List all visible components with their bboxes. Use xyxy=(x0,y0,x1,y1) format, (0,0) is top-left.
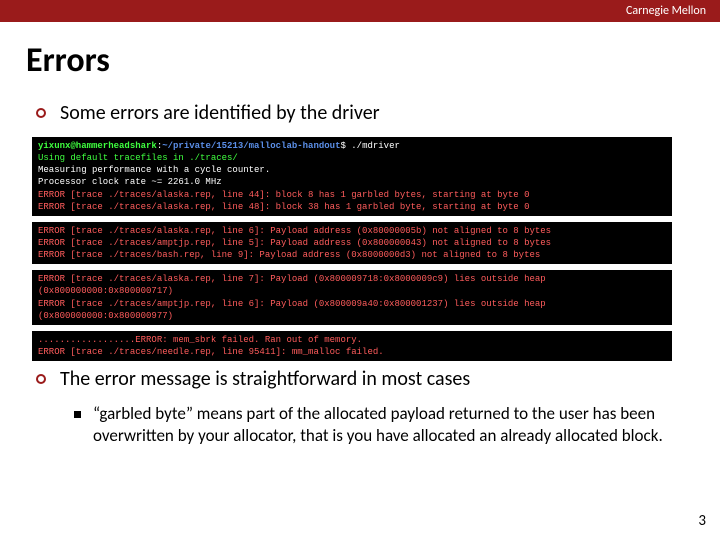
terminal-line: ERROR [trace ./traces/bash.rep, line 9]:… xyxy=(38,249,666,261)
terminal-line: ERROR [trace ./traces/alaska.rep, line 4… xyxy=(38,201,666,213)
sub-bullet-1-text: “garbled byte” means part of the allocat… xyxy=(93,403,690,447)
terminal-line: Using default tracefiles in ./traces/ xyxy=(38,152,666,164)
square-bullet-icon xyxy=(74,411,81,418)
terminal-line: yixunx@hammerheadshark:~/private/15213/m… xyxy=(38,140,666,152)
terminal-line: ERROR [trace ./traces/needle.rep, line 9… xyxy=(38,346,666,358)
terminal-line: ..................ERROR: mem_sbrk failed… xyxy=(38,334,666,346)
header-bar: Carnegie Mellon xyxy=(0,0,720,22)
bullet-2: The error message is straightforward in … xyxy=(0,367,720,391)
terminal-line: ERROR [trace ./traces/amptjp.rep, line 6… xyxy=(38,298,666,322)
terminal-line: Measuring performance with a cycle count… xyxy=(38,164,666,176)
terminal-line: ERROR [trace ./traces/alaska.rep, line 4… xyxy=(38,189,666,201)
terminal-block-2: ERROR [trace ./traces/alaska.rep, line 6… xyxy=(32,222,672,264)
page-title: Errors xyxy=(0,22,720,101)
terminal-line: ERROR [trace ./traces/amptjp.rep, line 5… xyxy=(38,237,666,249)
prompt-path: ~/private/15213/malloclab-handout xyxy=(162,141,340,151)
terminal-line: ERROR [trace ./traces/alaska.rep, line 7… xyxy=(38,273,666,297)
bullet-icon xyxy=(36,374,46,384)
terminal-group: yixunx@hammerheadshark:~/private/15213/m… xyxy=(32,137,672,361)
bullet-icon xyxy=(36,108,46,118)
terminal-line: ERROR [trace ./traces/alaska.rep, line 6… xyxy=(38,225,666,237)
prompt-cmd: $ ./mdriver xyxy=(340,141,399,151)
sub-bullet-1: “garbled byte” means part of the allocat… xyxy=(0,403,720,447)
institution-label: Carnegie Mellon xyxy=(626,4,706,18)
bullet-2-text: The error message is straightforward in … xyxy=(60,367,470,391)
bullet-1-text: Some errors are identified by the driver xyxy=(60,101,380,125)
prompt-user: yixunx@hammerheadshark xyxy=(38,141,157,151)
terminal-block-4: ..................ERROR: mem_sbrk failed… xyxy=(32,331,672,361)
slide-number: 3 xyxy=(698,512,706,530)
terminal-block-3: ERROR [trace ./traces/alaska.rep, line 7… xyxy=(32,270,672,325)
bullet-1: Some errors are identified by the driver xyxy=(0,101,720,125)
terminal-line: Processor clock rate ~= 2261.0 MHz xyxy=(38,176,666,188)
terminal-block-1: yixunx@hammerheadshark:~/private/15213/m… xyxy=(32,137,672,216)
